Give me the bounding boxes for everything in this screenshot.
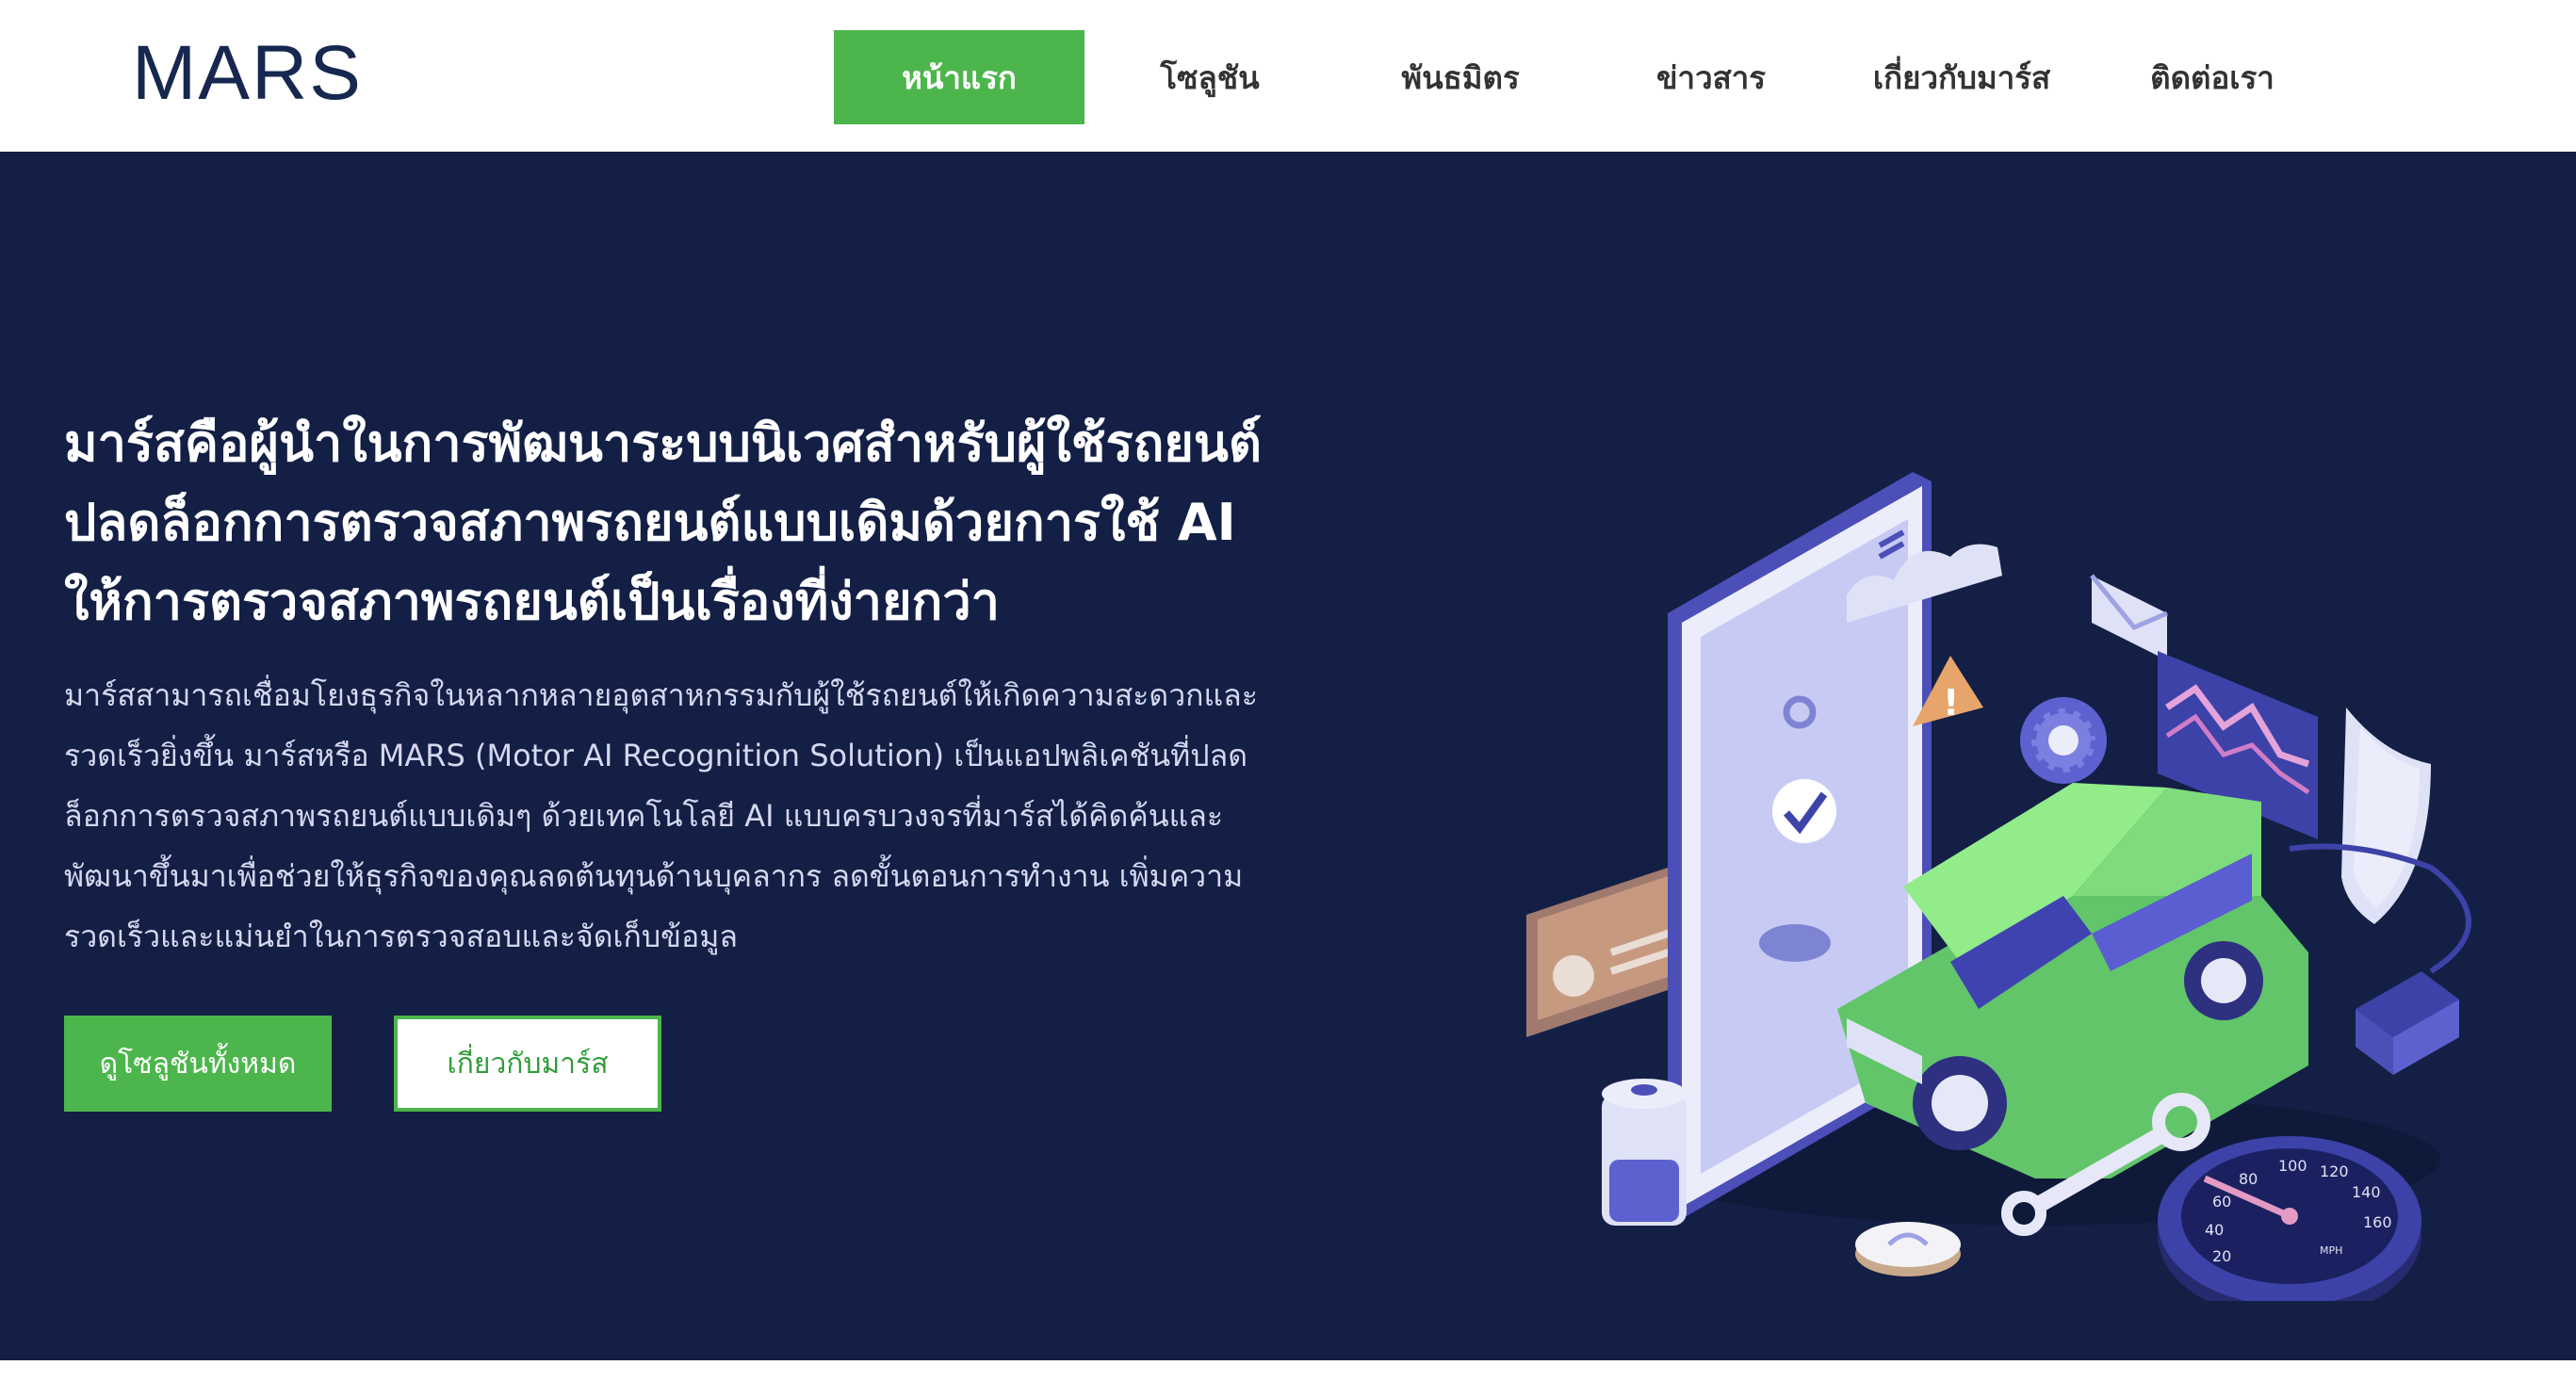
speedometer-unit: MPH xyxy=(2320,1244,2342,1257)
nav-item-solutions[interactable]: โซลูชัน xyxy=(1084,30,1335,124)
speedometer-tick: 80 xyxy=(2239,1170,2258,1188)
hero-description: มาร์สสามารถเชื่อมโยงธุรกิจในหลากหลายอุตส… xyxy=(64,665,1364,967)
speedometer-tick: 60 xyxy=(2212,1193,2231,1211)
speedometer-tick: 140 xyxy=(2352,1183,2381,1201)
nav-item-home[interactable]: หน้าแรก xyxy=(834,30,1084,124)
nav-item-contact[interactable]: ติดต่อเรา xyxy=(2087,30,2338,124)
hero-heading: มาร์สคือผู้นำในการพัฒนาระบบนิเวศสำหรับผู… xyxy=(64,404,1402,642)
hero-heading-line-3: ให้การตรวจสภาพรถยนต์เป็นเรื่องที่ง่ายกว่… xyxy=(64,572,1000,631)
speedometer-tick: 100 xyxy=(2278,1157,2307,1175)
hero-section: มาร์สคือผู้นำในการพัฒนาระบบนิเวศสำหรับผู… xyxy=(0,152,2576,1360)
speedometer-tick: 160 xyxy=(2363,1213,2392,1231)
hero-description-line-3: ล็อกการตรวจสภาพรถยนต์แบบเดิมๆ ด้วยเทคโนโ… xyxy=(64,798,1224,834)
view-all-solutions-button[interactable]: ดูโซลูชันทั้งหมด xyxy=(64,1016,332,1112)
gear-icon xyxy=(2020,697,2107,784)
checkmark-icon xyxy=(1772,779,1836,843)
about-mars-button[interactable]: เกี่ยวกับมาร์ส xyxy=(394,1016,661,1112)
nav-item-news[interactable]: ข่าวสาร xyxy=(1586,30,1836,124)
shield-icon xyxy=(2341,707,2431,924)
nav-item-about[interactable]: เกี่ยวกับมาร์ส xyxy=(1836,30,2087,124)
speedometer-tick: 40 xyxy=(2205,1221,2224,1239)
hero-heading-line-2: ปลดล็อกการตรวจสภาพรถยนต์แบบเดิมด้วยการใช… xyxy=(64,493,1236,552)
svg-text:!: ! xyxy=(1943,682,1959,723)
plug-icon xyxy=(2356,971,2459,1075)
logo-text: MARS xyxy=(132,30,363,116)
battery-icon xyxy=(1602,1079,1687,1226)
page-bottom-strip xyxy=(0,1360,2576,1398)
hero-description-line-4: พัฒนาขึ้นมาเพื่อช่วยให้ธุรกิจของคุณลดต้น… xyxy=(64,858,1244,894)
hero-description-line-2: รวดเร็วยิ่งขึ้น มาร์สหรือ MARS (Motor AI… xyxy=(64,738,1247,773)
hero-description-line-1: มาร์สสามารถเชื่อมโยงธุรกิจในหลากหลายอุตส… xyxy=(64,677,1258,713)
hero-illustration: ! 20 40 60 80 100 120 140 160 MPH xyxy=(1526,472,2471,1301)
speedometer-tick: 120 xyxy=(2320,1162,2349,1180)
speedometer-icon: 20 40 60 80 100 120 140 160 MPH xyxy=(2158,1136,2421,1301)
hero-description-line-5: รวดเร็วและแม่นยำในการตรวจสอบและจัดเก็บข้… xyxy=(64,918,738,954)
mars-logo[interactable]: MARS xyxy=(132,35,361,112)
nav-item-partners[interactable]: พันธมิตร xyxy=(1335,30,1586,124)
envelope-icon xyxy=(2090,574,2168,660)
car-silhouette-icon xyxy=(1759,924,1831,962)
speedometer-tick: 20 xyxy=(2212,1247,2231,1265)
beacon-icon xyxy=(1855,1222,1961,1276)
main-nav: หน้าแรก โซลูชัน พันธมิตร ข่าวสาร เกี่ยวก… xyxy=(834,30,2338,124)
top-navbar: MARS หน้าแรก โซลูชัน พันธมิตร ข่าวสาร เก… xyxy=(0,0,2576,152)
hero-heading-line-1: มาร์สคือผู้นำในการพัฒนาระบบนิเวศสำหรับผู… xyxy=(64,414,1262,473)
